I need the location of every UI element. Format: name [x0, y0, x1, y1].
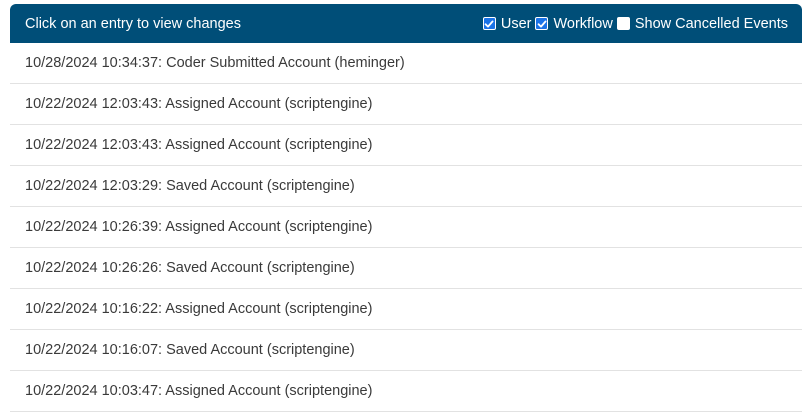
- history-header: Click on an entry to view changes User W…: [10, 4, 802, 43]
- history-panel: Click on an entry to view changes User W…: [10, 4, 802, 412]
- filter-user[interactable]: User: [482, 15, 536, 32]
- history-entry[interactable]: 10/22/2024 10:16:22: Assigned Account (s…: [10, 289, 802, 330]
- cancelled-filter-label: Show Cancelled Events: [634, 15, 788, 32]
- history-entry[interactable]: 10/22/2024 10:26:39: Assigned Account (s…: [10, 207, 802, 248]
- cancelled-checkbox[interactable]: [616, 17, 630, 30]
- filter-group: User Workflow Show Cancelled Events: [482, 15, 788, 32]
- history-entry[interactable]: 10/28/2024 10:34:37: Coder Submitted Acc…: [10, 43, 802, 84]
- user-filter-label: User: [500, 15, 532, 32]
- history-entry[interactable]: 10/22/2024 10:03:47: Assigned Account (s…: [10, 371, 802, 412]
- workflow-checkbox[interactable]: [535, 17, 549, 30]
- check-icon: [537, 20, 547, 27]
- history-entry[interactable]: 10/22/2024 12:03:43: Assigned Account (s…: [10, 125, 802, 166]
- history-entry[interactable]: 10/22/2024 10:26:26: Saved Account (scri…: [10, 248, 802, 289]
- history-entry[interactable]: 10/22/2024 12:03:43: Assigned Account (s…: [10, 84, 802, 125]
- header-title: Click on an entry to view changes: [25, 15, 241, 32]
- filter-cancelled[interactable]: Show Cancelled Events: [616, 15, 788, 32]
- filter-workflow[interactable]: Workflow: [535, 16, 616, 32]
- user-checkbox[interactable]: [482, 17, 496, 30]
- history-list: 10/28/2024 10:34:37: Coder Submitted Acc…: [10, 43, 802, 412]
- history-entry[interactable]: 10/22/2024 12:03:29: Saved Account (scri…: [10, 166, 802, 207]
- history-entry[interactable]: 10/22/2024 10:16:07: Saved Account (scri…: [10, 330, 802, 371]
- check-icon: [484, 20, 494, 27]
- workflow-filter-label: Workflow: [553, 15, 613, 32]
